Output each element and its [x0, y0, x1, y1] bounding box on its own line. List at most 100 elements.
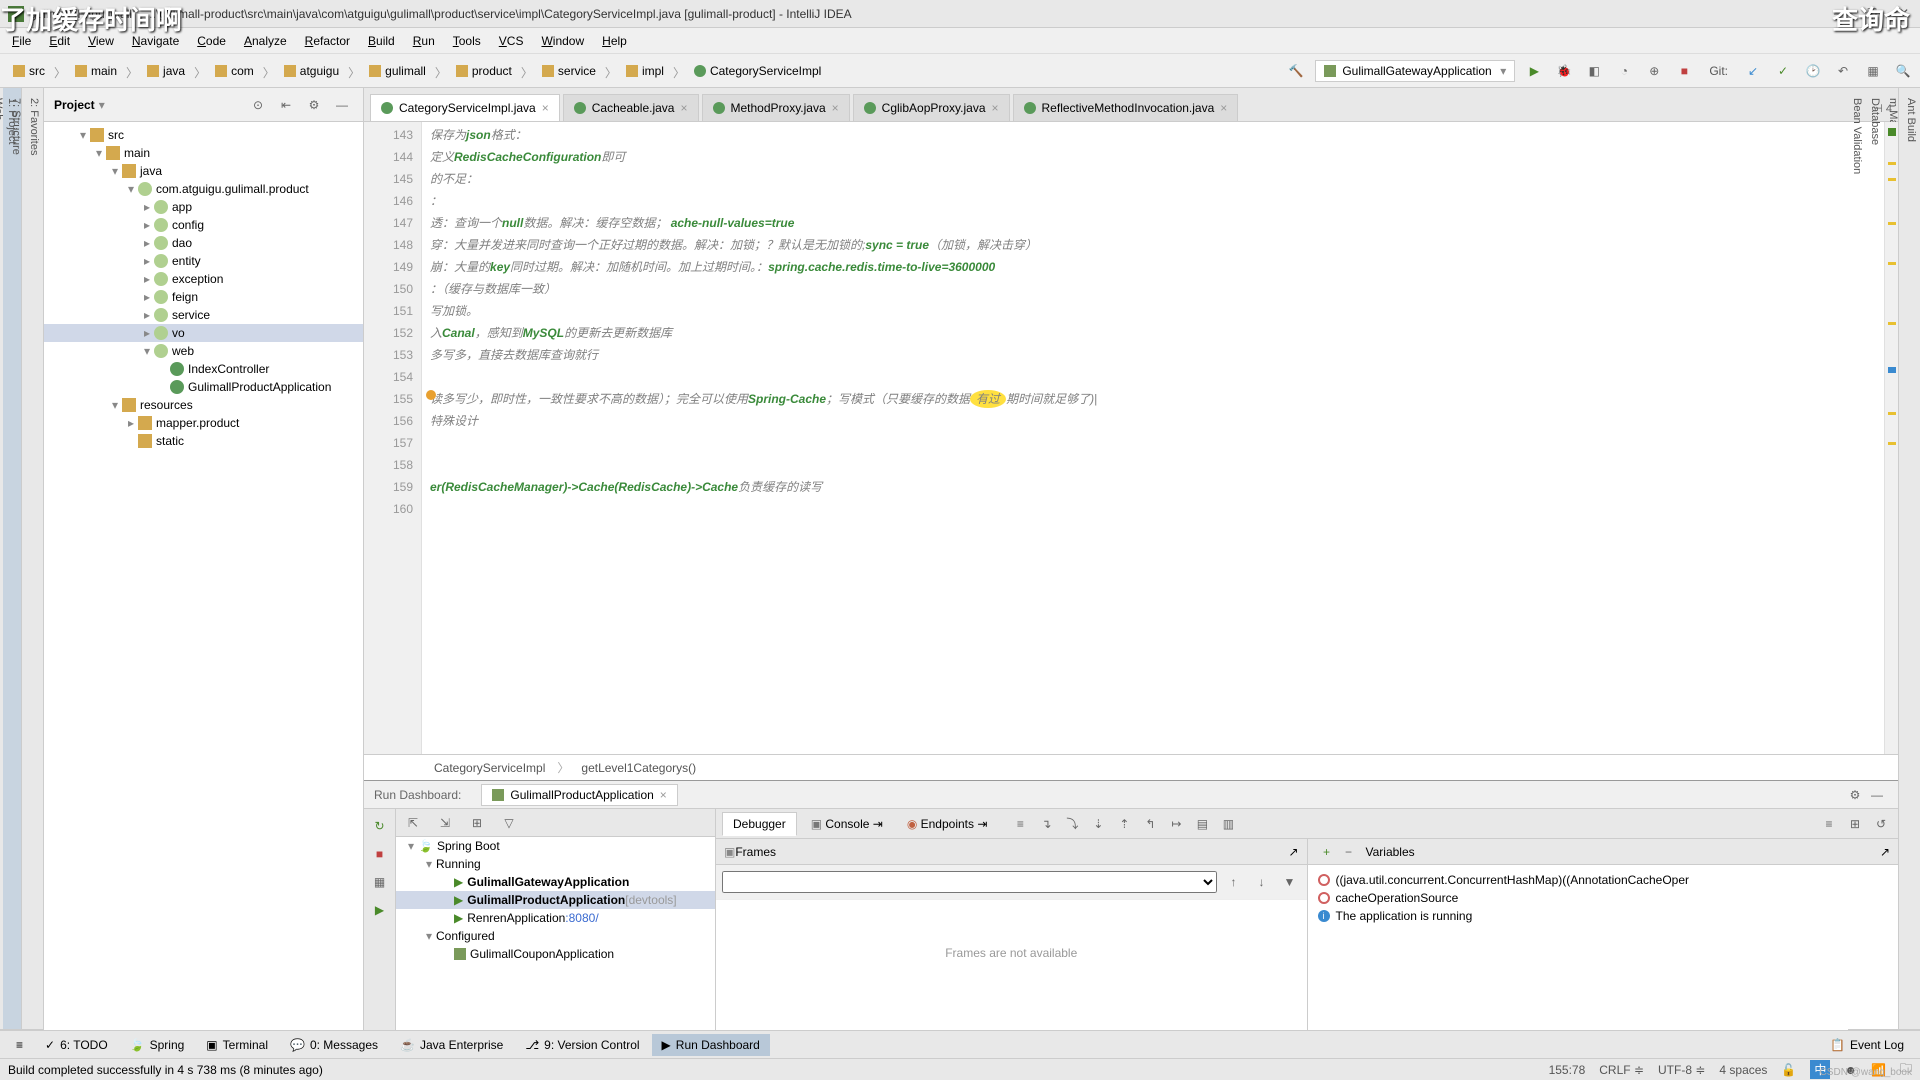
variable-row[interactable]: iThe application is running — [1314, 907, 1893, 925]
caret-position[interactable]: 155:78 — [1549, 1063, 1586, 1077]
variable-row[interactable]: ((java.util.concurrent.ConcurrentHashMap… — [1314, 871, 1893, 889]
debug-button[interactable]: 🐞 — [1553, 60, 1575, 82]
bottom-tab[interactable]: 💬 0: Messages — [280, 1034, 388, 1056]
tool-tab[interactable]: 2: Favorites — [25, 88, 43, 1030]
editor-tab[interactable]: CglibAopProxy.java× — [853, 94, 1010, 121]
indent[interactable]: 4 spaces — [1719, 1063, 1767, 1077]
breadcrumb-com[interactable]: com — [208, 61, 261, 81]
step-into-icon[interactable]: ↴ — [1035, 813, 1057, 835]
menu-help[interactable]: Help — [594, 31, 635, 51]
threads-icon[interactable]: ≡ — [1818, 813, 1840, 835]
layout-icon[interactable]: ▦ — [369, 871, 391, 893]
breadcrumb-CategoryServiceImpl[interactable]: CategoryServiceImpl — [687, 61, 828, 81]
editor-tab[interactable]: CategoryServiceImpl.java× — [370, 94, 560, 121]
gutter-mark-icon[interactable] — [426, 390, 436, 400]
step-out-icon[interactable]: ⇡ — [1113, 813, 1135, 835]
chevron-down-icon[interactable]: ▾ — [99, 98, 105, 112]
menu-analyze[interactable]: Analyze — [236, 31, 295, 51]
rd-node[interactable]: ▾Running — [396, 855, 715, 873]
menu-run[interactable]: Run — [405, 31, 443, 51]
hide-icon[interactable]: — — [331, 94, 353, 116]
breadcrumb-product[interactable]: product — [449, 61, 519, 81]
search-everywhere-icon[interactable]: 🔍 — [1892, 60, 1914, 82]
breadcrumb-gulimall[interactable]: gulimall — [362, 61, 433, 81]
tree-node-main[interactable]: ▾main — [44, 144, 363, 162]
menu-tools[interactable]: Tools — [445, 31, 489, 51]
bc-class[interactable]: CategoryServiceImpl — [434, 761, 545, 775]
tree-node-IndexController[interactable]: IndexController — [44, 360, 363, 378]
remove-watch-icon[interactable]: − — [1338, 841, 1360, 863]
profile-button[interactable]: ◔ — [1613, 60, 1635, 82]
close-icon[interactable]: × — [660, 788, 667, 802]
grid-icon[interactable]: ⊞ — [466, 812, 488, 834]
settings-icon[interactable]: ⚙ — [303, 94, 325, 116]
tree-node-config[interactable]: ▸config — [44, 216, 363, 234]
close-icon[interactable]: × — [992, 101, 999, 115]
menu-refactor[interactable]: Refactor — [297, 31, 358, 51]
vcs-revert-icon[interactable]: ↶ — [1832, 60, 1854, 82]
tool-tab[interactable]: 7: Structure — [7, 88, 25, 1030]
breadcrumb-src[interactable]: src — [6, 61, 52, 81]
rd-node[interactable]: ▶GulimallGatewayApplication — [396, 873, 715, 891]
encoding[interactable]: UTF-8 ≑ — [1658, 1063, 1705, 1077]
ide-settings-icon[interactable]: ▦ — [1862, 60, 1884, 82]
run-cursor-icon[interactable]: ↦ — [1165, 813, 1187, 835]
bottom-tab[interactable]: ▣ Terminal — [196, 1034, 278, 1056]
menu-vcs[interactable]: VCS — [491, 31, 532, 51]
close-icon[interactable]: × — [832, 101, 839, 115]
rd-node[interactable]: ▶GulimallProductApplication [devtools] — [396, 891, 715, 909]
build-icon[interactable]: 🔨 — [1285, 60, 1307, 82]
stop-button[interactable]: ■ — [1673, 60, 1695, 82]
readonly-icon[interactable]: 🔓 — [1781, 1063, 1796, 1077]
restore-icon[interactable]: ↗ — [1288, 845, 1298, 859]
line-separator[interactable]: CRLF ≑ — [1599, 1063, 1644, 1077]
tree-node-src[interactable]: ▾src — [44, 126, 363, 144]
editor-tab[interactable]: ReflectiveMethodInvocation.java× — [1013, 94, 1239, 121]
error-stripe[interactable] — [1884, 122, 1898, 754]
project-tree[interactable]: ▾src▾main▾java▾com.atguigu.gulimall.prod… — [44, 122, 363, 1030]
drop-frame-icon[interactable]: ↰ — [1139, 813, 1161, 835]
rd-node[interactable]: ▶RenrenApplication :8080/ — [396, 909, 715, 927]
vcs-update-icon[interactable]: ↙ — [1742, 60, 1764, 82]
vcs-history-icon[interactable]: 🕑 — [1802, 60, 1824, 82]
tree-node-entity[interactable]: ▸entity — [44, 252, 363, 270]
bottom-tab[interactable]: ✓ 6: TODO — [35, 1034, 118, 1056]
menu-build[interactable]: Build — [360, 31, 403, 51]
bc-method[interactable]: getLevel1Categorys() — [581, 761, 696, 775]
tree-node-java[interactable]: ▾java — [44, 162, 363, 180]
filter-icon[interactable]: ▽ — [498, 812, 520, 834]
breadcrumb-impl[interactable]: impl — [619, 61, 671, 81]
tree-node-resources[interactable]: ▾resources — [44, 396, 363, 414]
prev-frame-icon[interactable]: ↑ — [1223, 871, 1245, 893]
variable-row[interactable]: cacheOperationSource — [1314, 889, 1893, 907]
tree-node-mapper.product[interactable]: ▸mapper.product — [44, 414, 363, 432]
tree-node-service[interactable]: ▸service — [44, 306, 363, 324]
close-icon[interactable]: × — [1220, 101, 1227, 115]
resume-icon[interactable]: ▶ — [369, 899, 391, 921]
code-content[interactable]: 保存为json格式：定义RedisCacheConfiguration即可的不足… — [422, 122, 1884, 754]
eval-icon[interactable]: ▤ — [1191, 813, 1213, 835]
coverage-button[interactable]: ◧ — [1583, 60, 1605, 82]
tree-node-GulimallProductApplication[interactable]: GulimallProductApplication — [44, 378, 363, 396]
filter-frames-icon[interactable]: ▼ — [1279, 871, 1301, 893]
rd-node[interactable]: GulimallCouponApplication — [396, 945, 715, 963]
breadcrumb-main[interactable]: main — [68, 61, 124, 81]
bottom-tab[interactable]: ▶ Run Dashboard — [652, 1034, 770, 1056]
tree-node-vo[interactable]: ▸vo — [44, 324, 363, 342]
tree-node-web[interactable]: ▾web — [44, 342, 363, 360]
tree-node-dao[interactable]: ▸dao — [44, 234, 363, 252]
stop-icon[interactable]: ■ — [369, 843, 391, 865]
rd-node[interactable]: ▾🍃Spring Boot — [396, 837, 715, 855]
thread-select[interactable] — [722, 871, 1217, 893]
breadcrumb-java[interactable]: java — [140, 61, 192, 81]
tool-tab[interactable]: Ant Build — [1902, 88, 1920, 1030]
rd-node[interactable]: ▾Configured — [396, 927, 715, 945]
run-dash-tree[interactable]: ⇱ ⇲ ⊞ ▽ ▾🍃Spring Boot▾Running▶GulimallGa… — [396, 809, 716, 1030]
endpoints-tab[interactable]: ◉ Endpoints ⇥ — [897, 813, 998, 835]
tree-node-feign[interactable]: ▸feign — [44, 288, 363, 306]
tool-tab[interactable]: Web — [0, 88, 7, 1030]
collapse-icon[interactable]: ⇲ — [434, 812, 456, 834]
attach-button[interactable]: ⊕ — [1643, 60, 1665, 82]
bottom-tab[interactable]: ☕ Java Enterprise — [390, 1034, 513, 1056]
tree-node-com.atguigu.gulimall.product[interactable]: ▾com.atguigu.gulimall.product — [44, 180, 363, 198]
